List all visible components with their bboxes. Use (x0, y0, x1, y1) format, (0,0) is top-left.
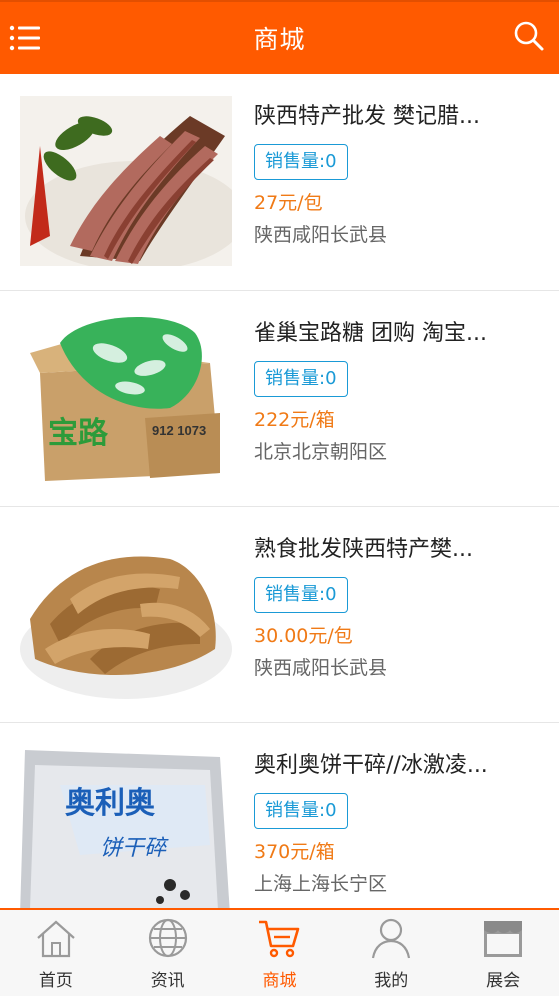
bottom-tab-bar: 首页 资讯 商城 我的 展会 (0, 908, 559, 996)
page-title: 商城 (253, 25, 306, 54)
tab-mall[interactable]: 商城 (224, 910, 336, 996)
product-name: 陕西特产批发 樊记腊... (254, 104, 480, 129)
home-icon (37, 920, 75, 958)
sales-badge: 销售量:0 (254, 144, 348, 180)
product-name: 雀巢宝路糖 团购 淘宝... (254, 321, 487, 346)
product-location: 陕西咸阳长武县 (254, 224, 388, 246)
product-item[interactable]: 陕西特产批发 樊记腊... 销售量:0 27元/包 陕西咸阳长武县 (0, 74, 559, 291)
product-location: 陕西咸阳长武县 (254, 657, 388, 679)
sales-badge: 销售量:0 (254, 793, 348, 829)
app-header: 商城 (0, 0, 559, 74)
product-price: 370元/箱 (254, 841, 335, 863)
product-image-oreo-crumbs: 奥利奥 饼干碎 (20, 745, 232, 908)
search-icon (514, 21, 544, 51)
product-item[interactable]: 奥利奥 饼干碎 奥利奥饼干碎//冰激凌... 销售量:0 370元/箱 上海上海… (0, 723, 559, 908)
product-image-cured-meat (20, 96, 232, 266)
product-price: 27元/包 (254, 192, 323, 214)
cart-icon (259, 920, 300, 958)
tab-mine[interactable]: 我的 (335, 910, 447, 996)
tab-home[interactable]: 首页 (0, 910, 112, 996)
store-icon (484, 921, 523, 957)
product-image-candy-box: 宝路 912 1073 (20, 313, 232, 483)
search-button[interactable] (513, 20, 545, 52)
tab-label: 资讯 (150, 971, 185, 991)
user-icon (372, 918, 411, 959)
product-name: 奥利奥饼干碎//冰激凌... (254, 753, 488, 778)
product-name: 熟食批发陕西特产樊... (254, 537, 473, 562)
product-price: 30.00元/包 (254, 625, 353, 647)
product-image-braised-tofu (20, 529, 232, 699)
product-list: 陕西特产批发 樊记腊... 销售量:0 27元/包 陕西咸阳长武县 宝路 912… (0, 74, 559, 908)
svg-text:912 1073: 912 1073 (152, 423, 206, 438)
tab-label: 首页 (38, 971, 73, 991)
tab-expo[interactable]: 展会 (447, 910, 559, 996)
tab-label: 商城 (262, 971, 297, 991)
tab-news[interactable]: 资讯 (112, 910, 224, 996)
sales-badge: 销售量:0 (254, 577, 348, 613)
product-location: 上海上海长宁区 (254, 873, 388, 895)
svg-text:奥利奥: 奥利奥 (65, 786, 155, 820)
globe-icon (148, 918, 187, 958)
svg-text:饼干碎: 饼干碎 (100, 835, 169, 860)
svg-text:宝路: 宝路 (48, 416, 109, 450)
product-location: 北京北京朝阳区 (254, 441, 388, 463)
tab-label: 展会 (486, 971, 521, 991)
product-price: 222元/箱 (254, 409, 335, 431)
product-item[interactable]: 熟食批发陕西特产樊... 销售量:0 30.00元/包 陕西咸阳长武县 (0, 507, 559, 723)
product-item[interactable]: 宝路 912 1073 雀巢宝路糖 团购 淘宝... 销售量:0 222元/箱 … (0, 291, 559, 507)
tab-label: 我的 (374, 971, 409, 991)
sales-badge: 销售量:0 (254, 361, 348, 397)
